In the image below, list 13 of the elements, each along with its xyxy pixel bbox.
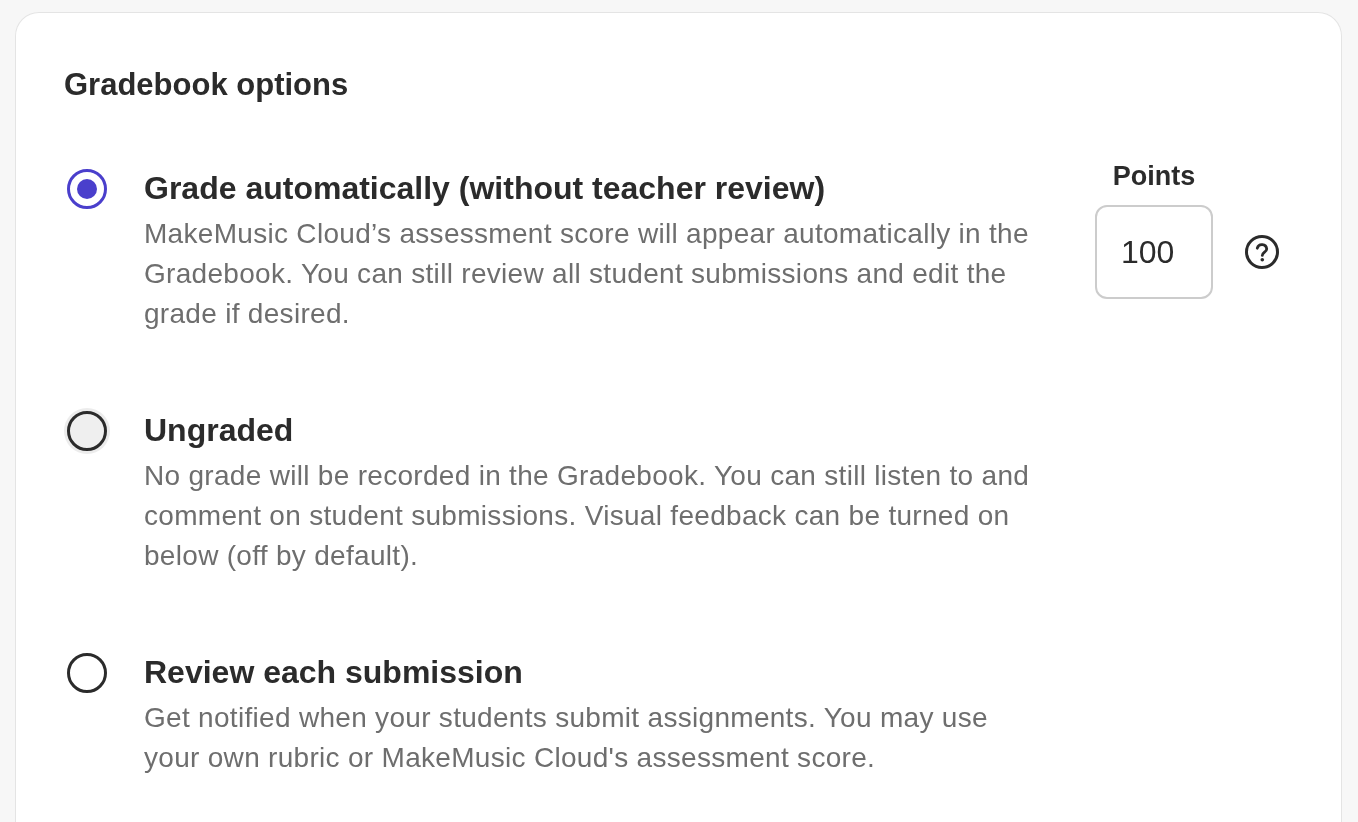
option-title: Review each submission <box>144 653 524 692</box>
radio-button[interactable] <box>67 169 107 209</box>
option-description: No grade will be recorded in the Gradebook. You can still listen to and comment on student submissions. Visual feedback can be turned on below (off by default). <box>144 459 1031 573</box>
option-title: Ungraded <box>144 411 295 450</box>
help-icon[interactable] <box>1245 235 1279 269</box>
option-title: Grade automatically (without teacher review) <box>144 169 827 208</box>
points-input[interactable]: 100 <box>1095 205 1213 299</box>
option-description: MakeMusic Cloud’s assessment score will appear automatically in the Gradebook. You can still review all student submissions and edit the grade if desired. <box>144 217 1030 331</box>
radio-button[interactable] <box>67 653 107 693</box>
option-description: Get notified when your students submit assignments. You may use your own rubric or MakeMusic Cloud's assessment score. <box>144 701 989 775</box>
radio-button[interactable] <box>64 408 110 454</box>
points-label: Points <box>1112 161 1196 191</box>
section-title: Gradebook options <box>64 68 350 102</box>
